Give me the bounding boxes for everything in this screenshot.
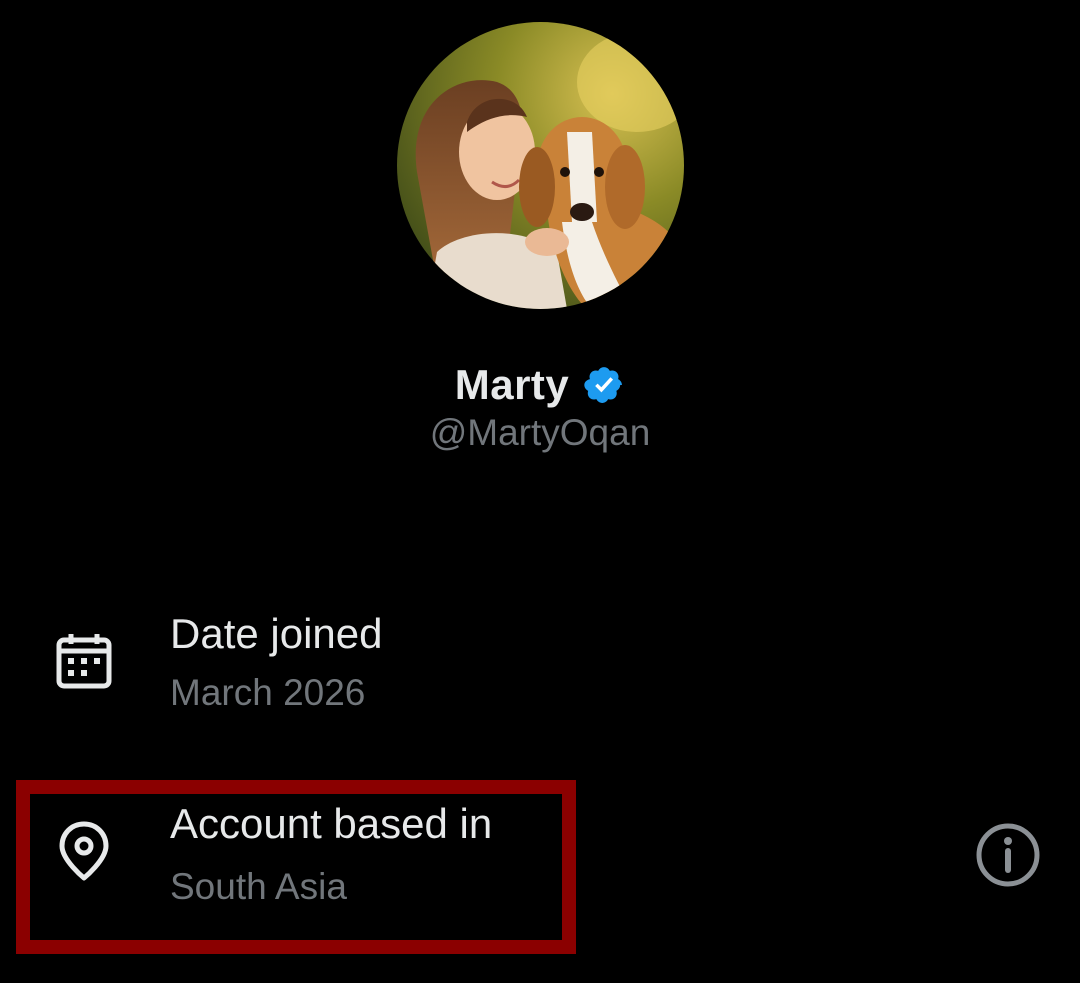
date-joined-row: Date joined March 2026: [0, 600, 1080, 730]
handle: @MartyOqan: [429, 412, 651, 453]
info-icon[interactable]: [973, 820, 1043, 890]
date-joined-label: Date joined: [170, 610, 383, 657]
avatar[interactable]: [397, 22, 684, 309]
date-joined-value: March 2026: [170, 672, 366, 713]
account-based-in-row[interactable]: Account based in South Asia: [0, 790, 1080, 930]
calendar-icon: [52, 630, 116, 694]
account-based-in-label: Account based in: [170, 800, 493, 847]
location-pin-icon: [52, 818, 116, 882]
name-row: Marty: [0, 356, 1080, 414]
display-name: Marty: [454, 361, 570, 408]
verified-badge-icon[interactable]: [583, 364, 625, 406]
account-based-in-value: South Asia: [170, 866, 347, 907]
